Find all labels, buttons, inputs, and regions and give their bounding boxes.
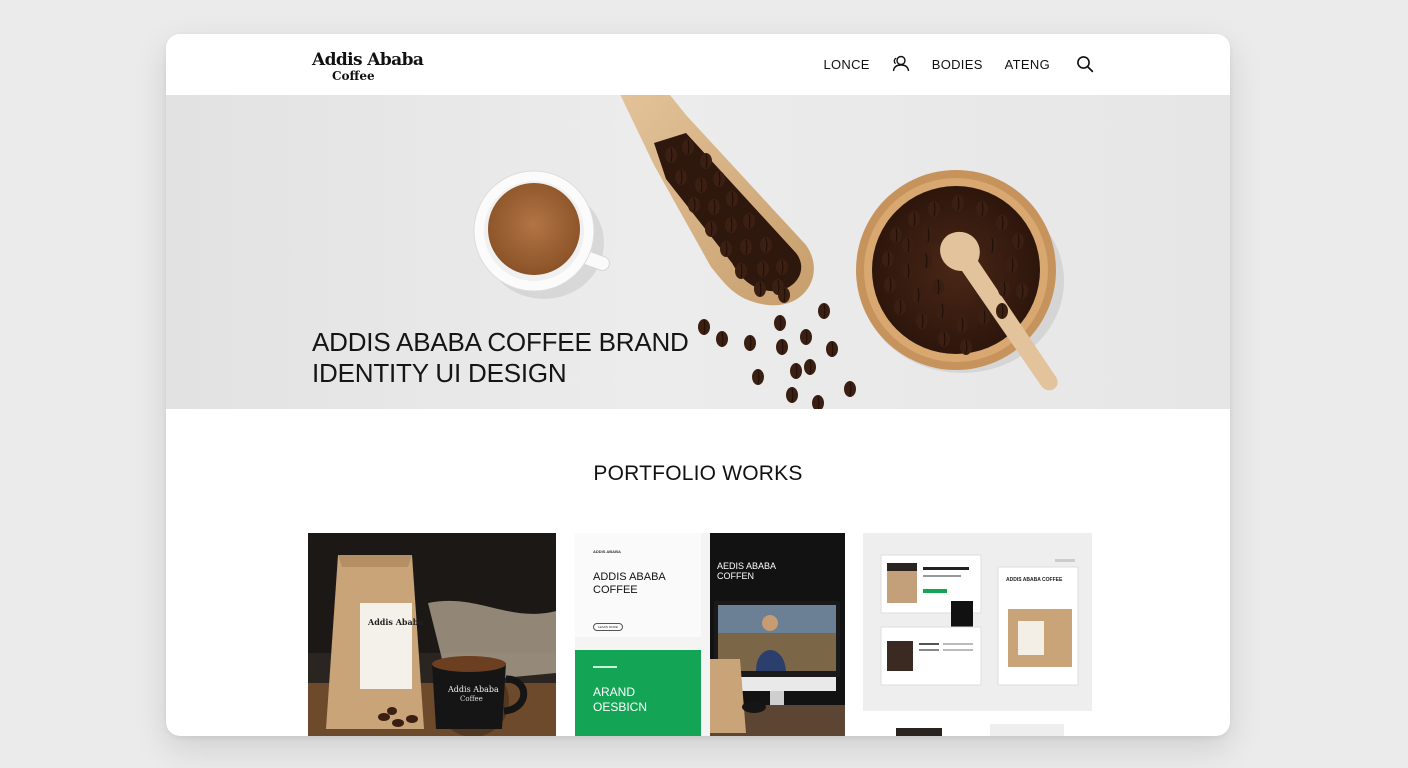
nav-item-ateng[interactable]: ATENG — [1005, 57, 1050, 72]
stationery-poster-title: ADDIS ABABA COFFEE — [1006, 577, 1063, 583]
next-row-thumbnail[interactable] — [896, 728, 942, 736]
brand-subtitle: Coffee — [332, 69, 375, 83]
packaging-image — [308, 533, 556, 736]
brand-name: Addis Ababa — [312, 50, 424, 70]
search-icon[interactable] — [1076, 55, 1094, 73]
mug-label-1: Addis Ababa — [448, 685, 499, 694]
bag-label: Addis Ababa — [368, 617, 424, 627]
hero-title-line2: IDENTITY UI DESIGN — [312, 358, 567, 388]
web-heading-2: COFFEE — [593, 584, 638, 596]
portfolio-card-stationery[interactable]: ADDIS ABABA ADDIS ABABA COFFEE — [863, 533, 1092, 711]
nav-item-lonce[interactable]: LONCE — [823, 57, 869, 72]
green-caption — [593, 666, 617, 668]
dark-heading-2: COFFEN — [717, 571, 754, 581]
brand-logo[interactable]: Addis Ababa Coffee — [312, 50, 424, 83]
nav-item-bodies[interactable]: BODIES — [932, 57, 983, 72]
green-heading-1: ARAND — [593, 685, 636, 699]
site-header: Addis Ababa Coffee LONCE BODIES ATENG — [166, 34, 1230, 95]
portfolio-title: PORTFOLIO WORKS — [593, 462, 803, 485]
web-heading-1: ADDIS ABABA — [593, 571, 666, 583]
portfolio-card-packaging[interactable]: Addis Ababa Addis Ababa Coffee — [308, 533, 556, 736]
mug-label-2: Coffee — [460, 695, 483, 703]
main-nav: LONCE BODIES ATENG — [823, 52, 1094, 76]
dark-heading-1: AEDIS ABABA — [717, 561, 777, 571]
user-group-icon[interactable] — [890, 55, 910, 73]
stationery-doc-title: ADDIS ABABA — [923, 566, 951, 571]
web-eyebrow: ADDIS ABABA — [593, 549, 621, 554]
portfolio-card-web-design[interactable]: ADDIS ABABA ADDIS ABABA COFFEE LEARN MOR… — [575, 533, 845, 736]
desktop-mockup — [710, 601, 845, 736]
web-cta-button[interactable]: LEARN MORE — [593, 623, 623, 631]
green-heading-2: OESBICN — [593, 700, 648, 714]
browser-frame: Addis Ababa Coffee LONCE BODIES ATENG AD… — [166, 34, 1230, 736]
hero-title: ADDIS ABABA COFFEE BRAND IDENTITY UI DES… — [312, 327, 732, 389]
stationery-image — [863, 533, 1092, 711]
hero-banner: ADDIS ABABA COFFEE BRAND IDENTITY UI DES… — [166, 95, 1230, 409]
hero-title-line1: ADDIS ABABA COFFEE BRAND — [312, 327, 689, 357]
next-row-thumbnail[interactable] — [990, 724, 1064, 736]
